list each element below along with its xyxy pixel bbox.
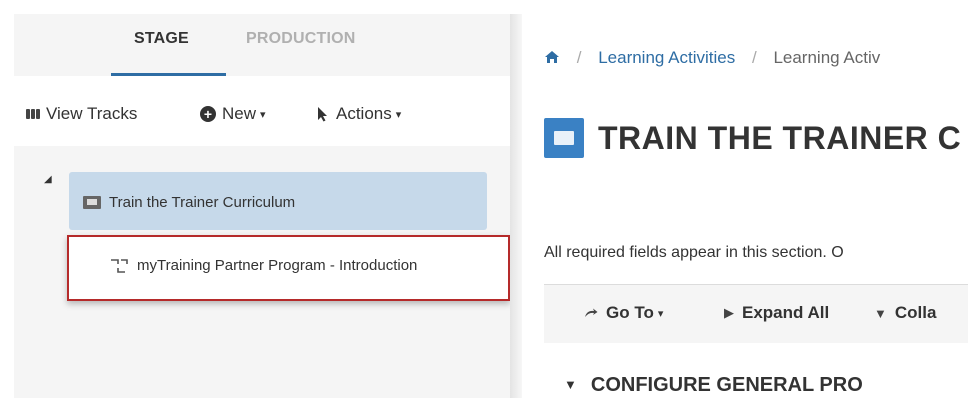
- curriculum-icon: [83, 196, 101, 209]
- tree-node-program[interactable]: myTraining Partner Program - Introductio…: [67, 235, 510, 301]
- curriculum-icon: [544, 118, 584, 158]
- go-to-button[interactable]: Go To ▾: [584, 303, 663, 323]
- breadcrumb: / Learning Activities / Learning Activ: [544, 48, 880, 68]
- program-icon: [111, 259, 128, 273]
- tracks-icon: [26, 109, 40, 119]
- breadcrumb-current: Learning Activ: [773, 48, 881, 67]
- section-heading-label: CONFIGURE GENERAL PRO: [590, 374, 863, 396]
- actions-label: Actions: [336, 104, 392, 123]
- redo-arrow-icon: [585, 308, 598, 317]
- breadcrumb-separator: /: [576, 48, 582, 67]
- new-button[interactable]: + New ▾: [200, 104, 266, 124]
- breadcrumb-learning-activities[interactable]: Learning Activities: [598, 48, 735, 67]
- tab-production[interactable]: PRODUCTION: [246, 30, 356, 48]
- caret-down-icon: ▼: [564, 377, 577, 392]
- view-tracks-button[interactable]: View Tracks: [26, 104, 137, 124]
- tree-node-label: myTraining Partner Program - Introductio…: [137, 257, 418, 274]
- home-icon[interactable]: [544, 50, 560, 64]
- section-heading[interactable]: ▼ CONFIGURE GENERAL PRO: [564, 374, 863, 397]
- required-fields-note: All required fields appear in this secti…: [544, 244, 844, 261]
- collapse-all-label: Colla: [894, 303, 937, 322]
- tree-toolbar: View Tracks + New ▾ Actions ▾: [14, 76, 510, 146]
- pane-divider: [510, 14, 522, 398]
- tab-stage[interactable]: STAGE: [134, 30, 189, 48]
- left-pane: STAGE PRODUCTION View Tracks + New ▾ Act…: [14, 14, 510, 398]
- caret-down-icon: ▼: [874, 305, 887, 321]
- cursor-icon: [318, 107, 327, 122]
- section-actionbar: Go To ▾ ▶ Expand All ▼ Colla: [544, 284, 968, 343]
- view-tracks-label: View Tracks: [46, 104, 138, 123]
- page-title: TRAIN THE TRAINER C: [598, 119, 962, 156]
- caret-down-icon: ▾: [260, 108, 266, 121]
- go-to-label: Go To: [606, 303, 654, 322]
- caret-down-icon: ▾: [657, 307, 664, 320]
- actions-button[interactable]: Actions ▾: [317, 104, 401, 124]
- right-pane: / Learning Activities / Learning Activ T…: [522, 14, 968, 398]
- collapse-all-button[interactable]: ▼ Colla: [874, 303, 936, 323]
- tree-node-label: Train the Trainer Curriculum: [109, 194, 296, 211]
- breadcrumb-separator: /: [751, 48, 757, 67]
- new-label: New: [222, 104, 257, 123]
- caret-down-icon: ▾: [395, 108, 402, 121]
- curriculum-tree: ◢ Train the Trainer Curriculum myTrainin…: [14, 146, 510, 398]
- tab-bar: STAGE PRODUCTION: [14, 14, 510, 76]
- expand-all-button[interactable]: ▶ Expand All: [724, 303, 829, 323]
- collapse-toggle-icon[interactable]: ◢: [44, 174, 52, 185]
- expand-all-label: Expand All: [742, 303, 830, 322]
- tree-node-curriculum[interactable]: Train the Trainer Curriculum: [69, 172, 487, 230]
- title-row: TRAIN THE TRAINER C: [544, 118, 961, 158]
- caret-right-icon: ▶: [724, 305, 734, 320]
- plus-circle-icon: +: [200, 106, 216, 122]
